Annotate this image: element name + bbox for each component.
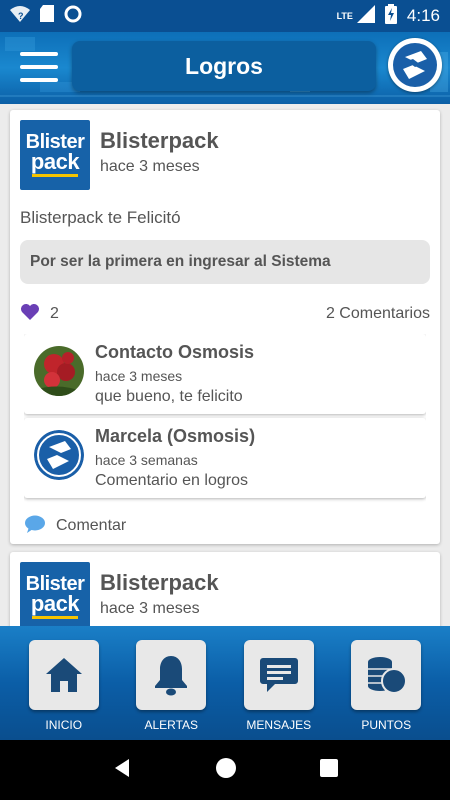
nav-tile[interactable] (243, 640, 314, 710)
app-header: Logros (0, 32, 450, 104)
comment-text: Comentario en logros (95, 472, 248, 489)
hamburger-line (20, 78, 58, 82)
wifi-icon: ? (10, 5, 30, 28)
blisterpack-logo: Blister pack (20, 120, 90, 190)
avatar (34, 346, 84, 396)
nav-puntos[interactable]: PUNTOS (341, 626, 431, 740)
like-count: 2 (50, 305, 59, 322)
sd-card-icon (40, 5, 54, 27)
nav-mensajes[interactable]: MENSAJES (234, 626, 324, 740)
home-circle-icon[interactable] (215, 757, 237, 784)
home-icon (45, 658, 82, 692)
comment-item: Contacto Osmosis hace 3 meses que bueno,… (24, 334, 426, 414)
achievement-reason: Por ser la primera en ingresar al Sistem… (20, 240, 430, 284)
post-author: Blisterpack (100, 128, 219, 153)
hamburger-menu-icon (20, 52, 58, 56)
page-title: Logros (185, 52, 263, 79)
comments-count[interactable]: 2 Comentarios (326, 305, 430, 323)
coins-icon (368, 657, 408, 694)
comment-button[interactable]: Comentar (24, 514, 126, 538)
nav-label: PUNTOS (361, 718, 412, 732)
lte-label: LTE (336, 11, 353, 21)
nav-inicio[interactable]: INICIO (19, 626, 109, 740)
achievement-card: Blister pack Blisterpack hace 3 meses Bl… (10, 110, 440, 544)
bell-icon (155, 656, 188, 696)
hamburger-line (20, 65, 58, 69)
comment-author: Contacto Osmosis (95, 342, 255, 362)
comment-item: Marcela (Osmosis) hace 3 semanas Comenta… (24, 418, 426, 498)
battery-charging-icon (384, 3, 397, 29)
heart-icon[interactable] (20, 303, 40, 326)
signal-icon (356, 4, 375, 28)
nav-tile[interactable] (28, 640, 99, 710)
reactions-row: 2 2 Comentarios (20, 302, 430, 326)
clock: 4:16 (406, 6, 440, 25)
post-text: Blisterpack te Felicitó (20, 208, 181, 227)
status-bar: ? LTE 4:16 (0, 0, 450, 32)
nav-alertas[interactable]: ALERTAS (126, 626, 216, 740)
nav-tile[interactable] (136, 640, 207, 710)
message-icon (259, 658, 298, 692)
osmosis-logo-icon[interactable] (388, 38, 442, 92)
feed[interactable]: Blister pack Blisterpack hace 3 meses Bl… (0, 104, 450, 626)
title-box: Logros (72, 41, 376, 91)
nav-tile[interactable] (351, 640, 422, 710)
logo-underline (32, 174, 78, 178)
nav-label: ALERTAS (144, 718, 199, 732)
comment-label: Comentar (56, 517, 127, 534)
recents-icon[interactable] (319, 758, 339, 783)
comment-time: hace 3 semanas (95, 452, 198, 468)
comment-time: hace 3 meses (95, 368, 183, 384)
avatar (34, 430, 84, 480)
logo-underline (32, 616, 78, 620)
chat-bubble-icon (24, 514, 46, 539)
menu-button[interactable] (20, 52, 58, 82)
post-author: Blisterpack (100, 570, 219, 595)
sync-icon (64, 5, 82, 28)
post-time: hace 3 meses (100, 158, 200, 175)
post-time: hace 3 meses (100, 600, 200, 617)
comment-text: que bueno, te felicito (95, 388, 243, 405)
reason-text: Por ser la primera en ingresar al Sistem… (30, 253, 331, 270)
svg-text:?: ? (18, 11, 24, 21)
comment-author: Marcela (Osmosis) (95, 426, 256, 446)
logo-text-line2: pack (30, 590, 80, 616)
logo-text-line2: pack (30, 148, 80, 174)
system-nav-bar (0, 740, 450, 800)
nav-label: MENSAJES (246, 718, 312, 732)
bottom-nav: INICIO ALERTAS MENSAJES PUNTOS (0, 626, 450, 740)
blisterpack-logo: Blister pack (20, 562, 90, 626)
achievement-card: Blister pack Blisterpack hace 3 meses (10, 552, 440, 626)
nav-label: INICIO (45, 718, 83, 732)
comments-list[interactable]: Contacto Osmosis hace 3 meses que bueno,… (24, 334, 426, 504)
back-icon[interactable] (111, 757, 133, 784)
